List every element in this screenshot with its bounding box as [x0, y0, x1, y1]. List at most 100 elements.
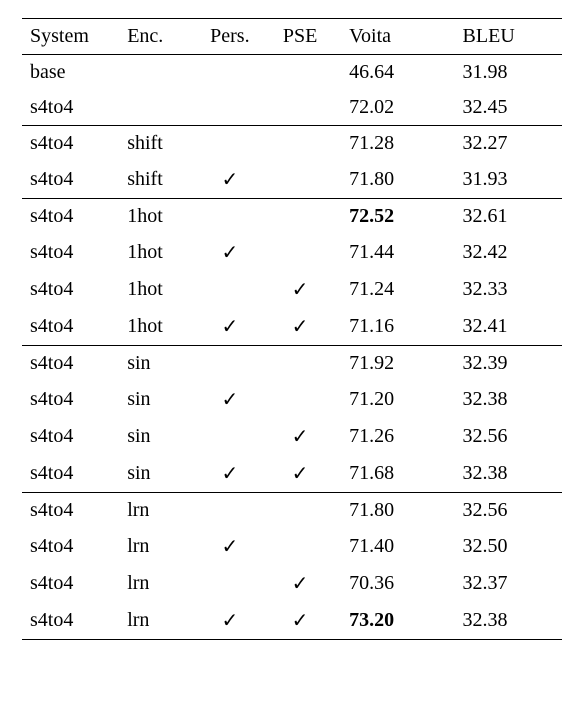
- table-row: s4to41hot✓71.4432.42: [22, 234, 562, 271]
- cell-pse: [265, 126, 335, 162]
- check-icon: ✓: [292, 279, 309, 301]
- table-row: s4to41hot ✓ 71.2432.33: [22, 271, 562, 308]
- table-header-row: System Enc. Pers. PSE Voita BLEU: [22, 19, 562, 55]
- cell-system: s4to4: [22, 455, 119, 493]
- cell-pse: ✓: [265, 271, 335, 308]
- table-row: s4to4lrn✓✓73.2032.38: [22, 602, 562, 640]
- header-bleu: BLEU: [449, 19, 562, 55]
- cell-enc: lrn: [119, 565, 195, 602]
- cell-bleu: 32.27: [449, 126, 562, 162]
- cell-pse: [265, 493, 335, 529]
- check-icon: ✓: [221, 169, 238, 191]
- cell-bleu: 32.56: [449, 418, 562, 455]
- cell-voita: 71.92: [335, 346, 448, 382]
- cell-enc: 1hot: [119, 234, 195, 271]
- cell-pers: ✓: [195, 528, 265, 565]
- cell-pers: [195, 199, 265, 235]
- cell-enc: 1hot: [119, 308, 195, 346]
- cell-enc: 1hot: [119, 199, 195, 235]
- cell-pers: ✓: [195, 234, 265, 271]
- cell-voita: 71.80: [335, 161, 448, 199]
- cell-pse: [265, 528, 335, 565]
- cell-pse: [265, 381, 335, 418]
- cell-system: s4to4: [22, 493, 119, 529]
- cell-pse: [265, 234, 335, 271]
- cell-pse: [265, 90, 335, 126]
- cell-voita: 71.16: [335, 308, 448, 346]
- check-icon: ✓: [292, 463, 309, 485]
- cell-system: s4to4: [22, 346, 119, 382]
- cell-voita: 71.28: [335, 126, 448, 162]
- table-row: s4to4shift ✓ 71.8031.93: [22, 161, 562, 199]
- cell-pse: [265, 199, 335, 235]
- cell-voita: 71.40: [335, 528, 448, 565]
- cell-system: s4to4: [22, 308, 119, 346]
- check-icon: ✓: [221, 463, 238, 485]
- cell-pers: ✓: [195, 161, 265, 199]
- table-row: s4to4lrn✓70.3632.37: [22, 565, 562, 602]
- check-icon: ✓: [221, 316, 238, 338]
- cell-enc: lrn: [119, 493, 195, 529]
- cell-pse: ✓: [265, 308, 335, 346]
- cell-voita: 71.44: [335, 234, 448, 271]
- cell-enc: sin: [119, 418, 195, 455]
- cell-enc: sin: [119, 455, 195, 493]
- cell-system: s4to4: [22, 271, 119, 308]
- cell-system: s4to4: [22, 602, 119, 640]
- cell-voita: 72.02: [335, 90, 448, 126]
- cell-bleu: 32.38: [449, 455, 562, 493]
- header-enc: Enc.: [119, 19, 195, 55]
- cell-system: s4to4: [22, 418, 119, 455]
- cell-bleu: 32.37: [449, 565, 562, 602]
- cell-bleu: 32.45: [449, 90, 562, 126]
- table-row: s4to4lrn71.8032.56: [22, 493, 562, 529]
- cell-pse: [265, 161, 335, 199]
- cell-pers: [195, 565, 265, 602]
- cell-system: s4to4: [22, 126, 119, 162]
- cell-pers: [195, 90, 265, 126]
- cell-enc: sin: [119, 346, 195, 382]
- header-pse: PSE: [265, 19, 335, 55]
- cell-bleu: 31.98: [449, 55, 562, 91]
- cell-system: s4to4: [22, 199, 119, 235]
- table-row: s4to4 72.0232.45: [22, 90, 562, 126]
- cell-system: s4to4: [22, 565, 119, 602]
- cell-voita: 71.24: [335, 271, 448, 308]
- check-icon: ✓: [221, 610, 238, 632]
- cell-enc: [119, 90, 195, 126]
- cell-system: s4to4: [22, 381, 119, 418]
- cell-system: s4to4: [22, 90, 119, 126]
- cell-bleu: 31.93: [449, 161, 562, 199]
- cell-pers: [195, 55, 265, 91]
- check-icon: ✓: [292, 316, 309, 338]
- cell-pers: [195, 418, 265, 455]
- header-voita: Voita: [335, 19, 448, 55]
- table-row: s4to41hot✓✓71.1632.41: [22, 308, 562, 346]
- results-table: System Enc. Pers. PSE Voita BLEU base46.…: [22, 18, 562, 640]
- cell-pse: ✓: [265, 418, 335, 455]
- cell-system: s4to4: [22, 528, 119, 565]
- table-row: s4to4sin71.9232.39: [22, 346, 562, 382]
- cell-pers: [195, 271, 265, 308]
- cell-pers: [195, 346, 265, 382]
- cell-voita: 73.20: [335, 602, 448, 640]
- cell-enc: shift: [119, 161, 195, 199]
- header-pers: Pers.: [195, 19, 265, 55]
- cell-bleu: 32.33: [449, 271, 562, 308]
- cell-pse: ✓: [265, 602, 335, 640]
- cell-bleu: 32.38: [449, 602, 562, 640]
- cell-voita: 71.26: [335, 418, 448, 455]
- cell-system: s4to4: [22, 161, 119, 199]
- cell-enc: lrn: [119, 528, 195, 565]
- cell-pers: [195, 126, 265, 162]
- check-icon: ✓: [292, 573, 309, 595]
- cell-voita: 71.20: [335, 381, 448, 418]
- cell-bleu: 32.56: [449, 493, 562, 529]
- check-icon: ✓: [221, 536, 238, 558]
- table-row: s4to4sin✓71.2032.38: [22, 381, 562, 418]
- cell-enc: [119, 55, 195, 91]
- table-row: s4to4lrn✓71.4032.50: [22, 528, 562, 565]
- cell-voita: 46.64: [335, 55, 448, 91]
- header-system: System: [22, 19, 119, 55]
- cell-enc: 1hot: [119, 271, 195, 308]
